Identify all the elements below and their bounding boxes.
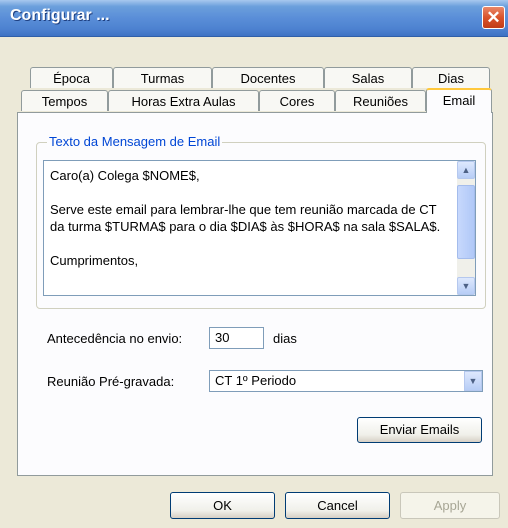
tab-docentes[interactable]: Docentes — [212, 67, 324, 88]
scroll-thumb[interactable] — [457, 185, 475, 259]
send-emails-button[interactable]: Enviar Emails — [357, 417, 482, 443]
tab-reunioes[interactable]: Reuniões — [335, 90, 426, 111]
arrow-up-icon: ▲ — [461, 165, 471, 175]
message-text[interactable]: Caro(a) Colega $NOME$, Serve este email … — [50, 167, 452, 269]
tab-cores[interactable]: Cores — [259, 90, 335, 111]
arrow-down-icon: ▼ — [461, 281, 471, 291]
message-group-label: Texto da Mensagem de Email — [47, 134, 223, 149]
cancel-button[interactable]: Cancel — [285, 492, 390, 519]
antecedencia-label: Antecedência no envio: — [47, 331, 183, 346]
ok-button[interactable]: OK — [170, 492, 275, 519]
tab-email[interactable]: Email — [426, 88, 492, 113]
tab-epoca[interactable]: Época — [30, 67, 113, 88]
close-button[interactable]: ✕ — [482, 6, 505, 29]
message-textarea[interactable]: Caro(a) Colega $NOME$, Serve este email … — [43, 160, 476, 296]
reuniao-selected-value: CT 1º Periodo — [215, 373, 297, 388]
reuniao-select[interactable]: CT 1º Periodo ▼ — [209, 370, 483, 392]
reuniao-dropdown-button[interactable]: ▼ — [464, 371, 482, 391]
tab-horas-extra-aulas[interactable]: Horas Extra Aulas — [108, 90, 259, 111]
title-bar: Configurar ... ✕ — [0, 0, 508, 37]
antecedencia-unit: dias — [273, 331, 297, 346]
reuniao-label: Reunião Pré-gravada: — [47, 374, 175, 389]
window-title: Configurar ... — [10, 7, 110, 24]
tab-tempos[interactable]: Tempos — [21, 90, 108, 111]
message-scrollbar[interactable]: ▲ ▼ — [457, 161, 475, 295]
apply-button[interactable]: Apply — [400, 492, 500, 519]
chevron-down-icon: ▼ — [468, 376, 478, 386]
scroll-up-button[interactable]: ▲ — [457, 161, 475, 179]
tab-salas[interactable]: Salas — [324, 67, 412, 88]
tab-turmas[interactable]: Turmas — [113, 67, 212, 88]
tab-dias[interactable]: Dias — [412, 67, 490, 88]
scroll-down-button[interactable]: ▼ — [457, 277, 475, 295]
antecedencia-input[interactable]: 30 — [209, 327, 264, 349]
close-icon: ✕ — [486, 8, 501, 27]
